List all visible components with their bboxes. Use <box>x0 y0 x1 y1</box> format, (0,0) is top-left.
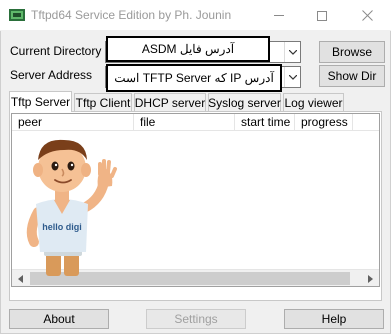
close-icon <box>361 10 373 21</box>
scroll-right-button[interactable] <box>362 270 379 287</box>
about-button[interactable]: About <box>9 309 109 329</box>
close-button[interactable] <box>344 0 390 31</box>
maximize-icon <box>317 10 327 21</box>
tab-tftp-server[interactable]: Tftp Server <box>9 91 72 112</box>
tftpd-app-icon <box>9 9 25 21</box>
column-header-peer[interactable]: peer <box>12 114 134 131</box>
column-header-start-time[interactable]: start time <box>235 114 295 131</box>
browse-button[interactable]: Browse <box>319 41 385 63</box>
mascot-shirt-text: hello digi <box>42 222 82 232</box>
chevron-down-icon <box>288 74 297 80</box>
minimize-icon <box>274 15 284 16</box>
tab-dhcp-server[interactable]: DHCP server <box>134 93 206 111</box>
list-header: peer file start time progress <box>12 114 379 131</box>
mascot-illustration: hello digi <box>26 139 117 276</box>
tab-tftp-client[interactable]: Tftp Client <box>74 93 132 111</box>
current-directory-value[interactable]: آدرس فایل ASDM <box>106 36 270 62</box>
tab-syslog-server[interactable]: Syslog server <box>208 93 281 111</box>
tab-log-viewer[interactable]: Log viewer <box>283 93 344 111</box>
minimize-button[interactable] <box>256 0 302 31</box>
maximize-button[interactable] <box>299 0 345 31</box>
current-directory-dropdown-button[interactable] <box>284 42 300 62</box>
server-address-value[interactable]: آدرس IP که TFTP Server است <box>106 64 282 92</box>
column-header-progress[interactable]: progress <box>295 114 353 131</box>
window-title: Tftpd64 Service Edition by Ph. Jounin <box>31 8 232 22</box>
column-header-file[interactable]: file <box>134 114 235 131</box>
arrow-right-icon <box>368 274 373 283</box>
server-address-label: Server Address <box>10 68 93 82</box>
settings-button[interactable]: Settings <box>146 309 246 329</box>
show-dir-button[interactable]: Show Dir <box>319 65 385 87</box>
current-directory-label: Current Directory <box>10 44 102 58</box>
chevron-down-icon <box>288 49 297 55</box>
server-address-dropdown-button[interactable] <box>284 67 300 87</box>
help-button[interactable]: Help <box>284 309 384 329</box>
title-bar: Tftpd64 Service Edition by Ph. Jounin <box>0 0 391 31</box>
